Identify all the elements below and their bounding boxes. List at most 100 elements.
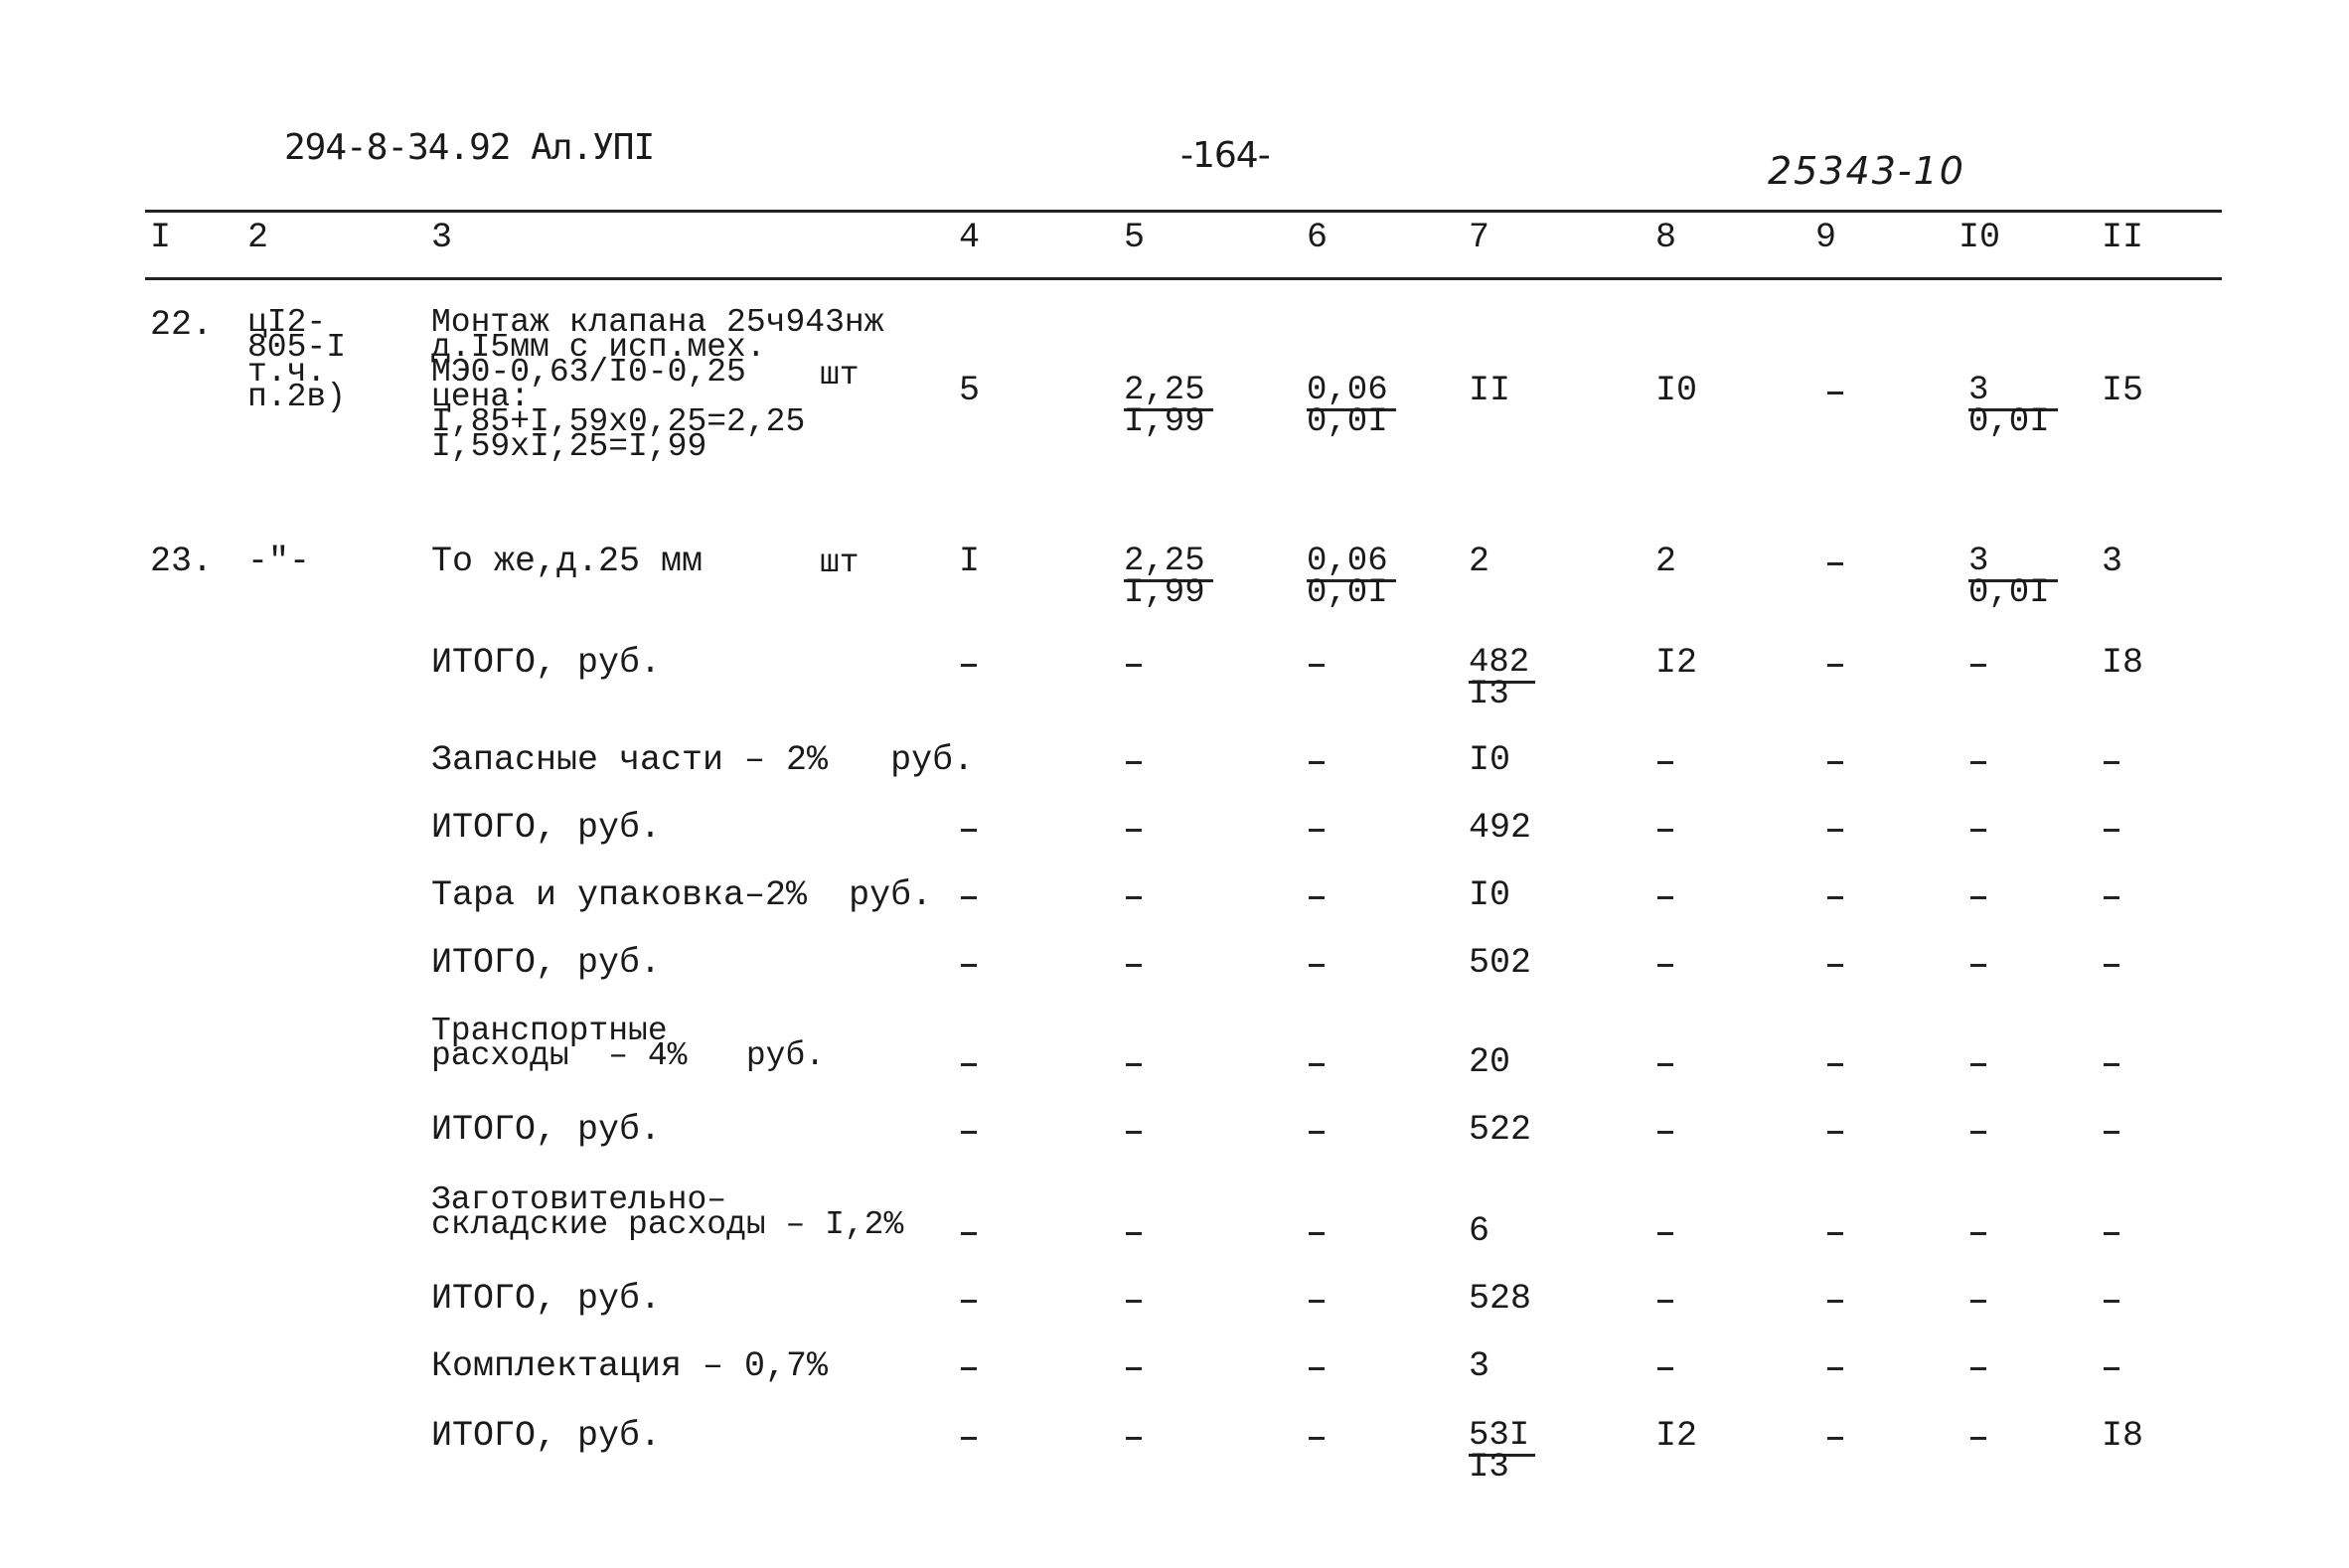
fraction-denominator: 0,0I [1968, 574, 2050, 612]
column-header-11: II [2102, 218, 2144, 257]
empty-value-dash [1657, 761, 1673, 764]
empty-value-dash [2104, 1300, 2119, 1303]
summary-label: Тара и упаковка–2% руб. [431, 875, 933, 915]
summary-label: ИТОГО, руб. [431, 943, 662, 983]
column-header-9: 9 [1815, 218, 1837, 257]
empty-value-dash [1309, 1367, 1325, 1370]
row-number: 23. [150, 542, 214, 581]
empty-value-dash [1827, 964, 1843, 967]
page-number: -164- [1180, 135, 1271, 176]
empty-value-dash [1126, 1131, 1142, 1134]
fraction-denominator: 0,0I [1307, 574, 1388, 612]
empty-value-dash [1309, 829, 1325, 832]
column-header-3: 3 [431, 218, 453, 257]
total-cost: 492 [1469, 808, 1532, 848]
empty-value-dash [1970, 1232, 1986, 1235]
empty-value-dash [1827, 562, 1843, 565]
empty-value-dash [2104, 896, 2119, 899]
empty-value-dash [1970, 896, 1986, 899]
fraction-numerator: 0,06 [1307, 372, 1388, 409]
col11-value: I5 [2102, 371, 2144, 410]
column-header-4: 4 [959, 218, 981, 257]
fraction-numerator: 2,25 [1124, 543, 1205, 580]
summary-label: ИТОГО, руб. [431, 808, 662, 848]
wage-fraction: 0,06 0,0I [1307, 543, 1396, 612]
empty-value-dash [1970, 964, 1986, 967]
empty-value-dash [1827, 1232, 1843, 1235]
fraction-numerator: 0,06 [1307, 543, 1388, 580]
empty-value-dash [961, 1437, 977, 1440]
column-header-5: 5 [1124, 218, 1146, 257]
empty-value-dash [961, 1131, 977, 1134]
empty-value-dash [1657, 829, 1673, 832]
empty-value-dash [961, 1063, 977, 1066]
empty-value-dash [1126, 1367, 1142, 1370]
empty-value-dash [961, 829, 977, 832]
column-header-6: 6 [1307, 218, 1329, 257]
fraction-numerator: 3 [1968, 543, 1989, 580]
empty-value-dash [1657, 1367, 1673, 1370]
fraction-denominator: I3 [1469, 676, 1509, 713]
column-header-8: 8 [1655, 218, 1677, 257]
column-header-10: I0 [1958, 218, 2001, 257]
empty-value-dash [1827, 1437, 1843, 1440]
empty-value-dash [1309, 1232, 1325, 1235]
empty-value-dash [1970, 664, 1986, 667]
summary-label: Запасные части – 2% руб. [431, 740, 975, 780]
empty-value-dash [1827, 664, 1843, 667]
document-code: 294-8-34.92 Ал.УПI [284, 127, 655, 168]
empty-value-dash [961, 664, 977, 667]
empty-value-dash [2104, 964, 2119, 967]
empty-value-dash [1309, 964, 1325, 967]
fraction-numerator: 482 [1469, 644, 1530, 682]
total-cost: 3 [1469, 1346, 1490, 1386]
total-cost: 502 [1469, 943, 1532, 983]
empty-value-dash [1309, 664, 1325, 667]
empty-value-dash [1827, 1300, 1843, 1303]
fraction-numerator: 3 [1968, 372, 1989, 409]
total-cost: 482 I3 [1469, 644, 1536, 713]
fraction-denominator: I,99 [1124, 403, 1205, 441]
empty-value-dash [1970, 1131, 1986, 1134]
labor-fraction: 3 0,0I [1968, 372, 2058, 441]
empty-value-dash [1827, 829, 1843, 832]
column-header-1: I [150, 218, 172, 257]
wage-fraction: 0,06 0,0I [1307, 372, 1396, 441]
summary-label: расходы – 4% руб. [431, 1037, 826, 1074]
empty-value-dash [2104, 1131, 2119, 1134]
total-cost: II [1469, 371, 1511, 410]
empty-value-dash [1309, 896, 1325, 899]
empty-value-dash [1126, 829, 1142, 832]
fraction-denominator: I3 [1469, 1449, 1509, 1487]
empty-value-dash [1126, 1232, 1142, 1235]
empty-value-dash [1309, 761, 1325, 764]
summary-label: ИТОГО, руб. [431, 1416, 662, 1456]
empty-value-dash [1309, 1063, 1325, 1066]
unit-label: шт [820, 357, 860, 393]
fraction-denominator: 0,0I [1307, 403, 1388, 441]
total-cost: I0 [1469, 740, 1511, 780]
empty-value-dash [1970, 1063, 1986, 1066]
summary-label: складские расходы – I,2% [431, 1206, 904, 1243]
empty-value-dash [1126, 1063, 1142, 1066]
empty-value-dash [2104, 1232, 2119, 1235]
empty-value-dash [1827, 761, 1843, 764]
empty-value-dash [1970, 1437, 1986, 1440]
total-cost: I0 [1469, 875, 1511, 915]
summary-label: Комплектация – 0,7% [431, 1346, 829, 1386]
col11-value: I8 [2102, 643, 2144, 683]
col11-value: I8 [2102, 1416, 2144, 1456]
empty-value-dash [1657, 1063, 1673, 1066]
empty-value-dash [1126, 761, 1142, 764]
summary-label: ИТОГО, руб. [431, 1110, 662, 1150]
column-header-2: 2 [247, 218, 269, 257]
empty-value-dash [1657, 896, 1673, 899]
empty-value-dash [961, 1367, 977, 1370]
empty-value-dash [1657, 964, 1673, 967]
row-number: 22. [150, 305, 214, 345]
empty-value-dash [1657, 1300, 1673, 1303]
total-wage: I2 [1655, 1416, 1698, 1456]
labor-fraction: 3 0,0I [1968, 543, 2058, 612]
fraction-denominator: 0,0I [1968, 403, 2050, 441]
price-fraction: 2,25 I,99 [1124, 543, 1213, 610]
